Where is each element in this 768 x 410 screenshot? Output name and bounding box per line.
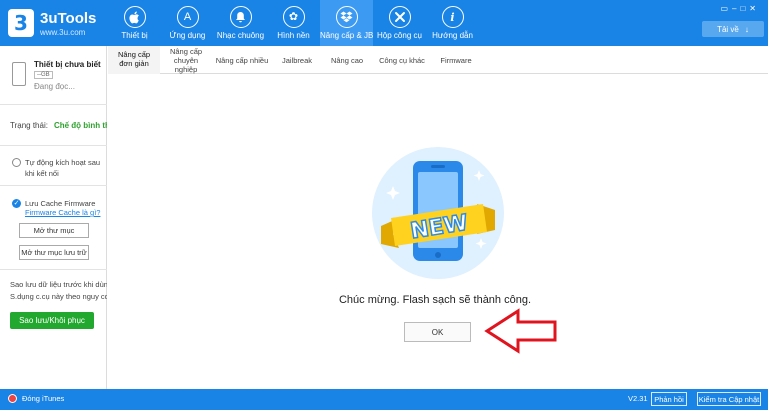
download-label: Tải về [717,24,739,34]
new-phone-illustration: NEW [372,147,504,279]
auto-activate-label: Tự động kích hoạt sau khi kết nối [25,157,105,179]
state-row: Trạng thái: Chế độ bình thường [10,121,107,130]
nav-label: Hộp công cụ [377,31,422,40]
device-info: Thiết bị chưa biết --GB Đang đọc... [10,60,105,96]
itunes-icon [8,394,17,403]
ok-button[interactable]: OK [404,322,471,342]
tab-other-tools[interactable]: Công cụ khác [372,46,432,74]
version-label: V2.31 [628,394,648,403]
nav-item-guide[interactable]: i Hướng dẫn [426,0,479,46]
nav-item-wallpapers[interactable]: ✿ Hình nền [267,0,320,46]
divider [0,269,107,270]
phone-speaker [431,165,445,168]
tab-multi-flash[interactable]: Nâng cấp nhiều [212,46,272,74]
app-logo: 3 3uTools www.3u.com [8,7,96,39]
open-folder-button[interactable]: Mở thư mục [19,223,89,238]
flash-tabs: Nâng cấp đơn giản Nâng cấp chuyên nghiệp N… [108,46,768,74]
auto-activate-text: khi kết nối [25,169,59,178]
tools-icon [388,6,411,28]
device-name: Thiết bị chưa biết [34,60,101,69]
tab-label: Công cụ khác [379,55,425,65]
tab-label: nghiệp [174,64,198,74]
tab-advanced[interactable]: Nâng cao [322,46,372,74]
device-status: Đang đọc... [34,82,75,91]
app-title: 3uTools [40,10,97,27]
backup-restore-button[interactable]: Sao lưu/Khôi phục [10,312,94,329]
top-bar: 3 3uTools www.3u.com Thiết bị A Ứng dụng… [0,0,768,46]
tab-label: Jailbreak [281,55,312,65]
nav-item-toolbox[interactable]: Hộp công cụ [373,0,426,46]
tab-label: đơn giản [119,59,149,68]
window-controls[interactable]: ▭–□✕ [720,4,760,13]
nav-label: Nâng cấp & JB [320,31,374,40]
tab-pro-flash[interactable]: Nâng cấp chuyên nghiệp [160,46,212,74]
maximize-icon[interactable]: □ [740,4,749,13]
phone-icon [12,62,26,86]
close-icon[interactable]: ✕ [749,4,760,13]
nav-item-ringtones[interactable]: Nhạc chuông [214,0,267,46]
sidebar: Thiết bị chưa biết --GB Đang đọc... Trạn… [0,46,107,389]
app-store-icon: A [176,6,199,28]
bell-icon [229,6,252,28]
arrow-outline [484,308,557,354]
divider [0,185,107,186]
nav-item-device[interactable]: Thiết bị [108,0,161,46]
auto-activate-radio[interactable] [12,158,21,167]
divider [0,104,107,105]
tab-label: Nâng cao [330,55,364,65]
logo-mark-icon: 3 [8,9,34,37]
divider [0,145,107,146]
app-subtitle: www.3u.com [40,28,86,37]
info-icon: i [441,6,464,28]
main-nav: Thiết bị A Ứng dụng Nhạc chuông ✿ Hình n… [108,0,479,46]
cache-info-link[interactable]: Firmware Cache là gì? [25,208,100,217]
settings-icon[interactable]: ▭ [720,4,732,13]
nav-label: Nhạc chuông [216,31,265,40]
tab-jailbreak[interactable]: Jailbreak [272,46,322,74]
tab-label: Nâng cấp [117,50,151,59]
nav-label: Thiết bị [121,31,148,40]
nav-label: Ứng dụng [169,31,206,40]
backup-warning: S.dụng c.cụ này theo nguy cơ cá nhân [10,292,107,301]
download-button[interactable]: Tải về ↓ [702,21,764,37]
tab-label: Firmware [440,55,472,65]
pointer-arrow-icon [484,308,557,354]
flower-icon: ✿ [282,6,305,28]
phone-home-button [435,252,441,258]
cache-firmware-checkbox[interactable]: ✓ [12,199,21,208]
check-update-button[interactable]: Kiểm tra Cập nhật [697,392,761,406]
auto-activate-text: Tự động kích hoạt sau [25,158,101,167]
device-capacity: --GB [34,71,53,79]
nav-item-flash[interactable]: Nâng cấp & JB [320,0,373,46]
tab-label: Nâng cấp chuyên [169,46,203,65]
open-backup-folder-button[interactable]: Mở thư mục lưu trữ [19,245,89,260]
state-label: Trạng thái: [10,121,48,130]
state-value: Chế độ bình thường [53,121,107,130]
apple-icon [123,6,146,28]
tab-easy-flash[interactable]: Nâng cấp đơn giản [108,46,160,74]
success-message: Chúc mừng. Flash sạch sẽ thành công. [338,294,532,306]
tab-firmware[interactable]: Firmware [432,46,480,74]
feedback-button[interactable]: Phản hồi [651,392,687,406]
nav-item-apps[interactable]: A Ứng dụng [161,0,214,46]
backup-note: Sao lưu dữ liệu trước khi dùng [10,280,107,289]
download-arrow-icon: ↓ [744,24,749,34]
close-itunes-toggle[interactable]: Đóng iTunes [8,394,64,403]
nav-label: Hình nền [277,31,310,40]
dropbox-icon [335,6,358,28]
itunes-label: Đóng iTunes [22,394,65,403]
tab-label: Nâng cấp nhiều [215,55,269,65]
nav-label: Hướng dẫn [432,31,473,40]
status-bar: Đóng iTunes V2.31 Phản hồi Kiểm tra Cập … [0,389,768,410]
